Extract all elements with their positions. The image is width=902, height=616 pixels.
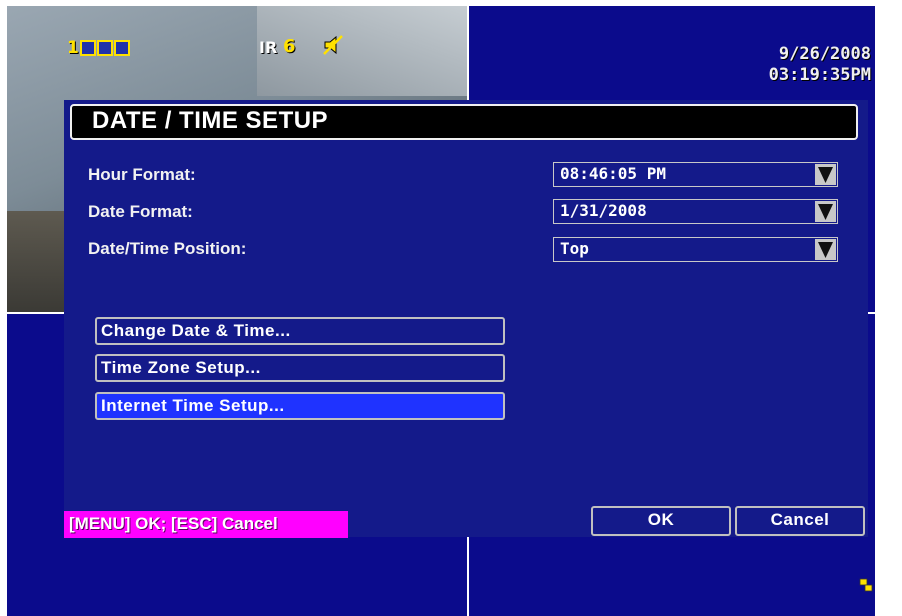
date-format-value: 1/31/2008 [560, 201, 647, 220]
triangle-down-icon[interactable] [815, 164, 836, 185]
hour-format-label: Hour Format: [88, 165, 196, 184]
ok-button[interactable]: OK [591, 506, 731, 536]
change-date-time-button[interactable]: Change Date & Time... [95, 317, 505, 345]
camera-scene-shelf [7, 211, 67, 312]
hour-format-value: 08:46:05 PM [560, 164, 666, 183]
internet-time-setup-button[interactable]: Internet Time Setup... [95, 392, 505, 420]
key-hint: [MENU] OK; [ESC] Cancel [64, 511, 348, 538]
change-date-time-label: Change Date & Time... [101, 321, 291, 340]
date-format-select[interactable]: 1/31/2008 [553, 199, 838, 224]
ir-label: IR [259, 38, 278, 57]
time-zone-setup-button[interactable]: Time Zone Setup... [95, 354, 505, 382]
ir-value: 6 [283, 36, 296, 57]
dialog-title: DATE / TIME SETUP [92, 107, 329, 134]
key-hint-text: [MENU] OK; [ESC] Cancel [69, 514, 278, 533]
date-time-setup-dialog: DATE / TIME SETUP Hour Format: 08:46:05 … [64, 100, 868, 538]
osd-date: 9/26/2008 [778, 44, 871, 64]
speaker-mute-icon [323, 35, 343, 55]
time-zone-setup-label: Time Zone Setup... [101, 358, 261, 377]
osd-time: 03:19:35PM [768, 65, 871, 85]
dvr-screen: 1 IR 6 9/26/2008 03:19:35PM DATE / TIME … [7, 6, 875, 616]
square-icon [97, 40, 113, 56]
triangle-down-icon[interactable] [815, 239, 836, 260]
camera-number: 1 [67, 38, 79, 58]
internet-time-setup-label: Internet Time Setup... [101, 396, 285, 415]
triangle-down-icon[interactable] [815, 201, 836, 222]
dialog-title-bar: DATE / TIME SETUP [70, 104, 858, 140]
network-icon [859, 578, 873, 592]
square-icon [114, 40, 130, 56]
date-time-position-label: Date/Time Position: [88, 239, 247, 258]
date-time-position-select[interactable]: Top [553, 237, 838, 262]
cancel-button[interactable]: Cancel [735, 506, 865, 536]
cancel-button-label: Cancel [770, 510, 830, 529]
date-time-position-value: Top [560, 239, 589, 258]
square-icon [80, 40, 96, 56]
date-format-label: Date Format: [88, 202, 193, 221]
ok-button-label: OK [647, 510, 675, 529]
hour-format-select[interactable]: 08:46:05 PM [553, 162, 838, 187]
